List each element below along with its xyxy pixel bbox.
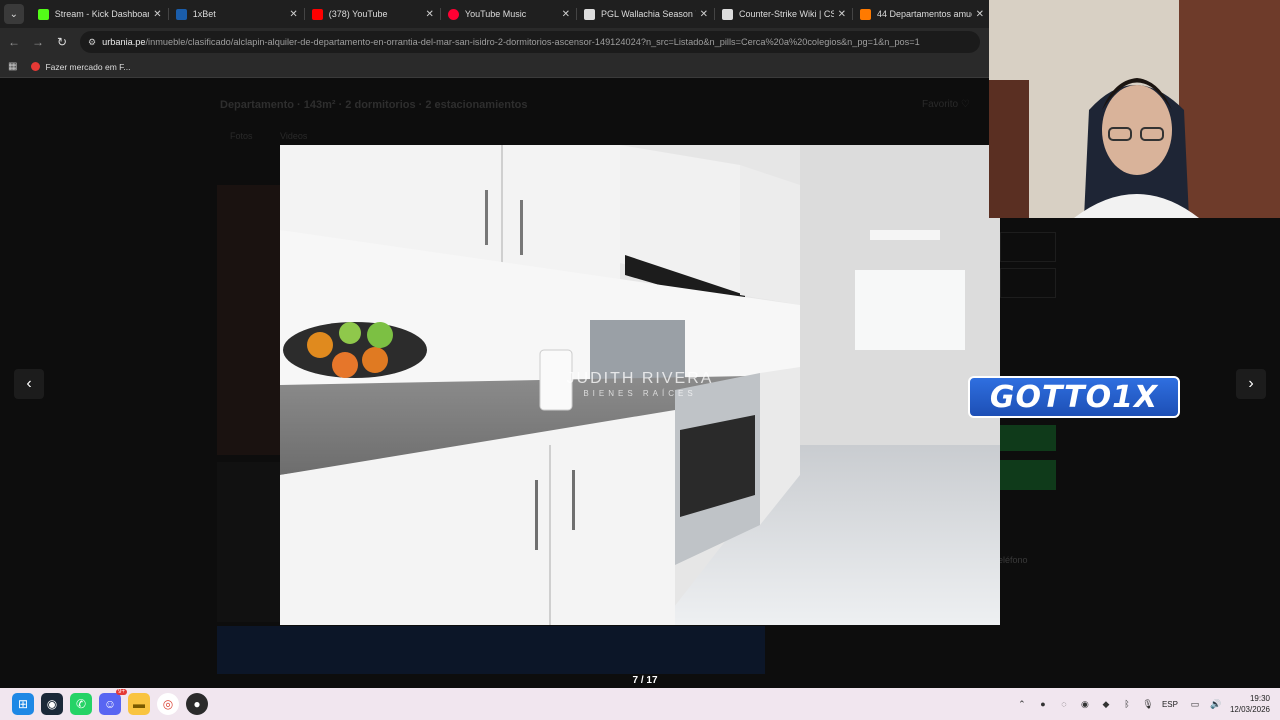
chrome-icon[interactable]: ◎ — [157, 693, 179, 715]
obs-icon[interactable]: ● — [186, 693, 208, 715]
site-info-icon[interactable]: ⚙ — [88, 37, 96, 48]
kitchen-photo: JUDITH RIVERA BIENES RAÍCES — [280, 145, 1000, 625]
notification-badge: 9+ — [116, 689, 127, 695]
clock-time: 19:30 — [1249, 694, 1270, 703]
background-photo — [217, 462, 280, 622]
windows-taskbar: ⊞ ◉ ✆ ☺ 9+ ▬ ◎ ● ⌃ ● ◌ ◉ ◆ ᛒ 🎙 ESP ▭ 🔊 19… — [0, 688, 1280, 720]
close-icon[interactable]: ✕ — [976, 9, 984, 20]
tab-title: Counter-Strike Wiki | CS2 — [739, 9, 834, 19]
phone-link: eléfono — [998, 555, 1028, 565]
reload-icon[interactable]: ↻ — [52, 35, 72, 49]
youtube-icon — [311, 8, 323, 20]
kick-icon — [37, 8, 49, 20]
tab-liquipedia[interactable]: Counter-Strike Wiki | CS2 ✕ — [714, 0, 852, 28]
next-photo-button[interactable]: › — [1236, 369, 1266, 399]
background-photo — [217, 185, 280, 455]
tab-kick[interactable]: Stream - Kick Dashboard ✕ — [30, 0, 168, 28]
clock[interactable]: 19:30 12/03/2026 — [1230, 693, 1270, 715]
bookmark-label: Fazer mercado em F... — [45, 61, 131, 72]
steam-icon[interactable]: ◉ — [41, 693, 63, 715]
background-banner — [217, 626, 765, 674]
contact-button — [1000, 425, 1056, 451]
close-icon[interactable]: ✕ — [426, 9, 434, 20]
tab-title: 1xBet — [192, 9, 216, 19]
tab-youtube-music[interactable]: YouTube Music ✕ — [439, 0, 576, 28]
tray-app-icon[interactable]: ◆ — [1099, 697, 1113, 711]
bookmark-favicon-icon — [31, 62, 41, 71]
background-field — [1000, 232, 1056, 262]
tab-title: Stream - Kick Dashboard — [54, 9, 150, 19]
liquipedia-icon — [722, 8, 734, 20]
close-icon[interactable]: ✕ — [838, 9, 846, 20]
tab-fotos[interactable]: Fotos — [230, 131, 253, 141]
close-icon[interactable]: ✕ — [700, 9, 708, 20]
microphone-icon[interactable]: 🎙 — [1141, 697, 1155, 711]
back-arrow-icon[interactable]: ← — [4, 35, 24, 49]
tab-strip: ⌄ Stream - Kick Dashboard ✕ 1xBet ✕ (378… — [0, 0, 990, 28]
windows-start-icon[interactable]: ⊞ — [12, 693, 34, 715]
urbania-icon — [860, 8, 872, 20]
listing-title: Departamento · 143m² · 2 dormitorios · 2… — [220, 99, 528, 111]
webcam-feed — [989, 0, 1280, 218]
previous-photo-button[interactable]: ‹ — [14, 369, 44, 399]
tab-title: YouTube Music — [464, 9, 527, 19]
whatsapp-icon[interactable]: ✆ — [70, 693, 92, 715]
tab-title: (378) YouTube — [328, 9, 388, 19]
tab-pgl[interactable]: PGL Wallachia Season 7 - ✕ — [576, 0, 714, 28]
address-bar[interactable]: ⚙ urbania.pe/inmueble/clasificado/alclap… — [80, 31, 980, 53]
youtube-music-icon — [447, 8, 459, 20]
url-host: urbania.pe — [102, 37, 146, 47]
discord-icon[interactable]: ☺ 9+ — [99, 689, 127, 715]
tab-1xbet[interactable]: 1xBet ✕ — [167, 0, 304, 28]
chevron-right-icon: › — [1248, 375, 1254, 392]
clock-date: 12/03/2026 — [1229, 705, 1270, 714]
tab-title: PGL Wallachia Season 7 - — [601, 9, 696, 19]
bluetooth-icon[interactable]: ᛒ — [1120, 697, 1134, 711]
tab-title: 44 Departamentos amue — [877, 9, 972, 19]
system-tray: ⌃ ● ◌ ◉ ◆ ᛒ 🎙 ESP ▭ 🔊 19:30 12/03/2026 — [1015, 688, 1280, 720]
background-field — [1000, 268, 1056, 298]
chevron-up-icon[interactable]: ⌃ — [1015, 697, 1029, 711]
webcam-overlay — [989, 0, 1280, 218]
favorite-button[interactable]: Favorito ♡ — [922, 99, 970, 110]
tray-app-icon[interactable]: ◌ — [1057, 697, 1071, 711]
tab-search-chevron-icon[interactable]: ⌄ — [4, 4, 24, 24]
photo-counter: 7 / 17 — [632, 675, 658, 686]
network-icon[interactable]: ▭ — [1188, 697, 1202, 711]
browser-toolbar: ← → ↻ ⚙ urbania.pe/inmueble/clasificado/… — [0, 28, 990, 56]
tray-app-icon[interactable]: ● — [1036, 697, 1050, 711]
volume-icon[interactable]: 🔊 — [1209, 697, 1223, 711]
url-path: /inmueble/clasificado/alclapin-alquiler-… — [145, 37, 920, 47]
bookmark-item[interactable]: Fazer mercado em F... — [31, 62, 130, 72]
1xbet-icon — [175, 8, 187, 20]
tab-videos[interactable]: Videos — [280, 131, 307, 141]
close-icon[interactable]: ✕ — [289, 9, 297, 20]
forward-arrow-icon[interactable]: → — [28, 35, 48, 49]
gallery-photo: JUDITH RIVERA BIENES RAÍCES — [280, 145, 1000, 625]
tab-youtube[interactable]: (378) YouTube ✕ — [303, 0, 440, 28]
pgl-icon — [584, 8, 596, 20]
close-icon[interactable]: ✕ — [153, 9, 161, 20]
file-explorer-icon[interactable]: ▬ — [128, 693, 150, 715]
streamer-name-badge: GOTTO1X — [968, 376, 1180, 418]
apps-grid-icon[interactable]: ▦ — [8, 61, 17, 72]
steam-tray-icon[interactable]: ◉ — [1078, 697, 1092, 711]
bookmarks-bar: ▦ Fazer mercado em F... — [0, 56, 990, 78]
close-icon[interactable]: ✕ — [562, 9, 570, 20]
chevron-left-icon: ‹ — [26, 375, 32, 392]
watermark-text: JUDITH RIVERA — [567, 370, 714, 387]
tab-urbania[interactable]: 44 Departamentos amue ✕ — [852, 0, 990, 28]
watermark-subtext: BIENES RAÍCES — [583, 389, 696, 398]
whatsapp-button — [1000, 460, 1056, 490]
language-indicator[interactable]: ESP — [1162, 700, 1178, 709]
